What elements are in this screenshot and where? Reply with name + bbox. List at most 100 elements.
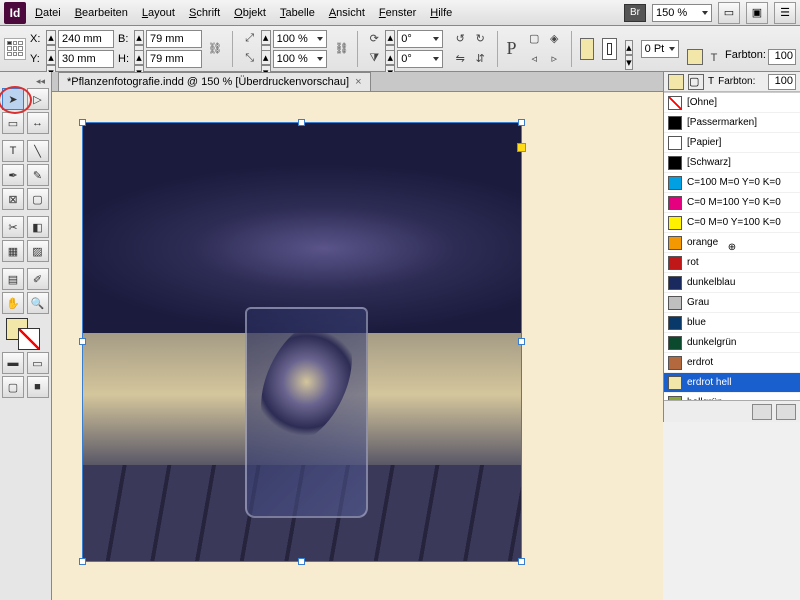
resize-handle[interactable] [298,558,305,565]
input-y[interactable]: 30 mm [58,50,114,68]
preview-view-icon[interactable]: ■ [27,376,49,398]
rotate-cw-icon[interactable]: ↻ [471,30,489,48]
menu-ansicht[interactable]: Ansicht [322,4,372,22]
zoom-level-field[interactable]: 150 % [652,4,712,22]
hand-tool[interactable]: ✋ [2,292,24,314]
resize-handle[interactable] [518,338,525,345]
eyedropper-tool[interactable]: ✐ [27,268,49,290]
rotate-icon: ⟳ [365,30,383,48]
resize-handle[interactable] [518,558,525,565]
close-icon[interactable]: × [355,76,361,88]
menubar: Id DateiBearbeitenLayoutSchriftObjektTab… [0,0,800,26]
bridge-icon[interactable]: Br [624,4,646,22]
page-tool[interactable]: ▭ [2,112,24,134]
menu-bearbeiten[interactable]: Bearbeiten [68,4,135,22]
note-tool[interactable]: ▤ [2,268,24,290]
stepper-y[interactable]: ▴▾ [46,50,56,68]
fill-stroke-swatch[interactable] [2,316,49,350]
input-rotate[interactable]: 0° [397,30,443,48]
apply-gradient-icon[interactable]: ▭ [27,352,49,374]
menu-hilfe[interactable]: Hilfe [423,4,459,22]
toolbox-collapse-icon[interactable]: ◂◂ [2,76,49,88]
select-content-icon[interactable]: ◈ [545,30,563,48]
menu-datei[interactable]: Datei [28,4,68,22]
farbton-label: Farbton: [725,49,766,67]
place-text-icon[interactable]: P [506,40,517,58]
input-farbton[interactable]: 100 [768,49,796,65]
fill-color-swatch[interactable] [580,38,595,60]
input-w[interactable]: 79 mm [146,30,202,48]
scale-x-icon: ⤢ [241,30,259,48]
apply-color-icon[interactable]: ▬ [2,352,24,374]
gradient-swatch-tool[interactable]: ▦ [2,240,24,262]
input-shear[interactable]: 0° [397,50,443,68]
constrain-scale-icon[interactable]: ⛓ [335,40,349,58]
reference-point-widget[interactable] [4,38,26,60]
rotate-ccw-icon[interactable]: ↺ [451,30,469,48]
pencil-tool[interactable]: ✎ [27,164,49,186]
line-tool[interactable]: ╲ [27,140,49,162]
mini-swatch-icon[interactable] [687,49,703,65]
shear-icon: ⧩ [365,50,383,68]
resize-handle[interactable] [79,119,86,126]
menu-layout[interactable]: Layout [135,4,182,22]
resize-handle[interactable] [79,558,86,565]
select-prev-icon[interactable]: ◃ [525,50,543,68]
stepper-rotate[interactable]: ▴▾ [385,30,395,48]
normal-view-icon[interactable]: ▢ [2,376,24,398]
control-bar: X:▴▾240 mm Y:▴▾30 mm B:▴▾79 mm H:▴▾79 mm… [0,26,800,72]
stepper-scale-y[interactable]: ▴▾ [261,50,271,68]
type-tool[interactable]: T [2,140,24,162]
select-container-icon[interactable]: ▢ [525,30,543,48]
label-x: X: [30,33,44,45]
swatches-panel: ▢ T Farbton: 100 [Ohne][Passermarken][Pa… [663,72,800,422]
stepper-x[interactable]: ▴▾ [46,30,56,48]
input-stroke-weight[interactable]: 0 Pt [641,40,679,58]
arrange-docs-button[interactable]: ☰ [774,2,796,24]
stepper-h[interactable]: ▴▾ [134,50,144,68]
label-y: Y: [30,53,44,65]
zoom-tool[interactable]: 🔍 [27,292,49,314]
placed-image-frame[interactable] [82,122,522,562]
input-scale-y[interactable]: 100 % [273,50,327,68]
swatch-chip-icon [668,116,682,130]
menu-tabelle[interactable]: Tabelle [273,4,322,22]
apply-text-icon[interactable]: T [705,49,723,67]
select-next-icon[interactable]: ▹ [545,50,563,68]
stepper-w[interactable]: ▴▾ [134,30,144,48]
scale-y-icon: ⤡ [241,50,259,68]
stepper-scale-x[interactable]: ▴▾ [261,30,271,48]
gap-tool[interactable]: ↔ [27,112,49,134]
stepper-stroke[interactable]: ▴▾ [625,40,633,58]
constrain-wh-icon[interactable]: ⛓ [206,40,224,58]
pen-tool[interactable]: ✒ [2,164,24,186]
swatches-list[interactable]: [Ohne][Passermarken][Papier][Schwarz]C=1… [664,92,800,400]
document-tab[interactable]: *Pflanzenfotografie.indd @ 150 % [Überdr… [58,72,371,91]
direct-selection-tool[interactable]: ▷ [27,88,49,110]
flip-h-icon[interactable]: ⇋ [451,50,469,68]
rectangle-tool[interactable]: ▢ [27,188,49,210]
rectangle-frame-tool[interactable]: ⊠ [2,188,24,210]
input-scale-x[interactable]: 100 % [273,30,327,48]
swatch-row[interactable]: [Passermarken] [664,113,800,133]
resize-handle[interactable] [79,338,86,345]
input-h[interactable]: 79 mm [146,50,202,68]
flip-v-icon[interactable]: ⇵ [471,50,489,68]
menu-objekt[interactable]: Objekt [227,4,273,22]
gradient-feather-tool[interactable]: ▨ [27,240,49,262]
resize-handle[interactable] [518,119,525,126]
stroke-color-swatch[interactable] [602,38,617,60]
stepper-shear[interactable]: ▴▾ [385,50,395,68]
resize-handle[interactable] [298,119,305,126]
selection-tool[interactable]: ➤ [2,88,24,110]
free-transform-tool[interactable]: ◧ [27,216,49,238]
label-h: H: [118,53,132,65]
menu-schrift[interactable]: Schrift [182,4,227,22]
view-options-button[interactable]: ▭ [718,2,740,24]
scissors-tool[interactable]: ✂ [2,216,24,238]
chevron-down-icon [702,11,708,15]
input-x[interactable]: 240 mm [58,30,114,48]
screen-mode-button[interactable]: ▣ [746,2,768,24]
menu-fenster[interactable]: Fenster [372,4,423,22]
live-corner-handle[interactable] [517,143,526,152]
